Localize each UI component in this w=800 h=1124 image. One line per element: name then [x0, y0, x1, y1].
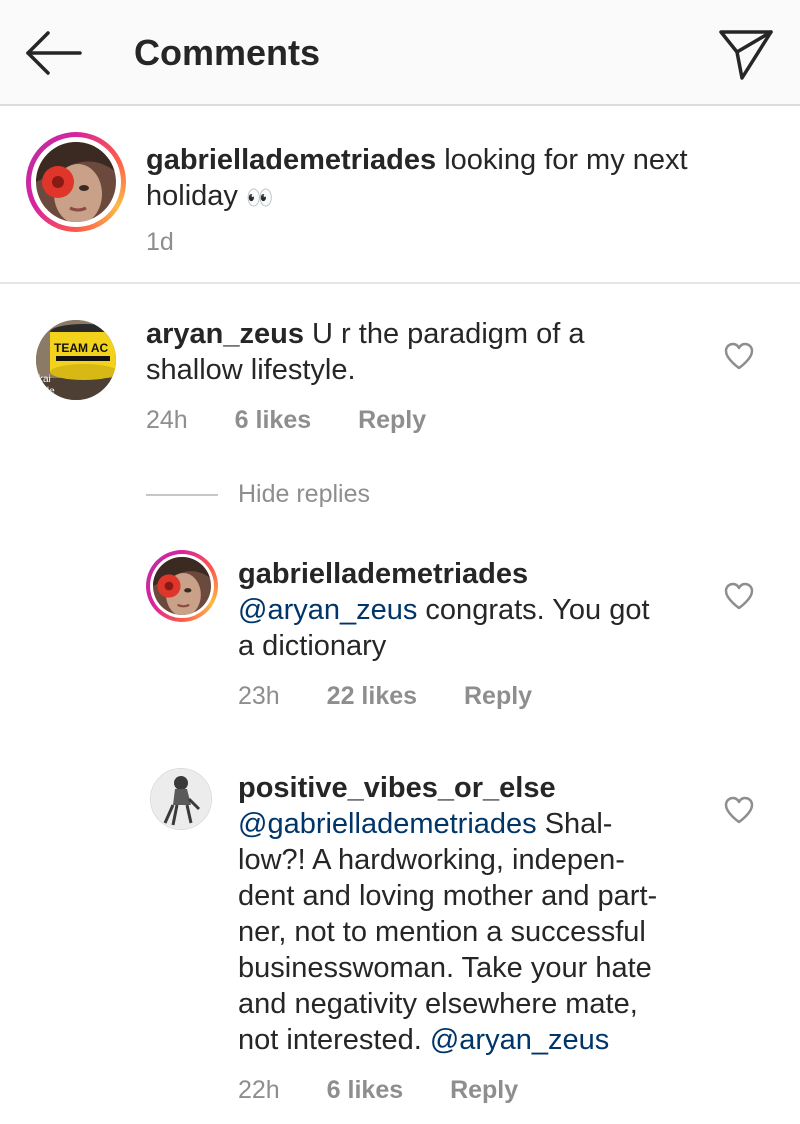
top-bar: Comments [0, 0, 800, 106]
share-button[interactable] [716, 22, 776, 82]
reply-button[interactable]: Reply [358, 406, 426, 434]
comment-text-line2: shallow lifestyle. [146, 354, 356, 386]
likes-count[interactable]: 6 likes [235, 406, 311, 434]
reply-text-line: businesswoman. Take your hate [238, 952, 652, 984]
reply-text-line: low?! A hardworking, indepen- [238, 844, 625, 876]
likes-count[interactable]: 22 likes [327, 682, 417, 710]
reply-text-line1: Shal- [536, 808, 613, 840]
comment-time: 24h [146, 406, 188, 434]
reply-username[interactable]: positive_vibes_or_else [238, 772, 556, 804]
story-ring[interactable] [26, 132, 126, 232]
page-title: Comments [134, 32, 321, 73]
caption-text: gabriellademetriades looking for my next… [146, 142, 766, 216]
story-ring[interactable] [146, 550, 218, 622]
reply-text-line1: congrats. You got [417, 594, 650, 626]
reply-text: positive_vibes_or_else @gabriellademetri… [238, 770, 718, 1058]
reply-meta: 22h 6 likes Reply [238, 1076, 518, 1105]
arrow-left-icon [26, 31, 82, 75]
replies-divider [146, 494, 218, 496]
reply-text: gabriellademetriades @aryan_zeus congrat… [238, 556, 718, 664]
reply-meta: 23h 22 likes Reply [238, 682, 532, 711]
reply-text-line2: a dictionary [238, 630, 387, 662]
mention-link[interactable]: @gabriellademetriades [238, 808, 537, 840]
avatar[interactable] [150, 768, 212, 830]
mention-link[interactable]: @aryan_zeus [430, 1024, 609, 1056]
likes-count[interactable]: 6 likes [327, 1076, 403, 1104]
caption-text-line2: holiday [146, 180, 238, 212]
caption-username[interactable]: gabriellademetriades [146, 144, 436, 176]
reply-button[interactable]: Reply [450, 1076, 518, 1104]
avatar [36, 142, 116, 222]
reply-text-line: ner, not to mention a successful [238, 916, 646, 948]
avatar[interactable]: TEAM AC kai nde [36, 320, 116, 400]
avatar-label: TEAM AC [54, 341, 109, 355]
comment-meta: 24h 6 likes Reply [146, 406, 426, 435]
eyes-emoji: 👀 [245, 185, 274, 210]
back-button[interactable] [22, 26, 82, 80]
caption-time: 1d [146, 228, 174, 256]
reply-time: 22h [238, 1076, 280, 1104]
avatar-small-text: kai [38, 374, 51, 385]
reply-text-line: dent and loving mother and part- [238, 880, 658, 912]
hide-replies-button[interactable]: Hide replies [238, 480, 370, 509]
post-caption: gabriellademetriades looking for my next… [0, 108, 800, 284]
avatar-small-text-2: nde [38, 386, 55, 397]
mention-link[interactable]: @aryan_zeus [238, 594, 417, 626]
reply-button[interactable]: Reply [464, 682, 532, 710]
reply-username[interactable]: gabriellademetriades [238, 558, 528, 590]
paper-plane-icon [719, 30, 773, 80]
comment-text-line1: U r the paradigm of a [304, 318, 585, 350]
comment-text: aryan_zeus U r the paradigm of a shallow… [146, 316, 706, 388]
heart-icon[interactable] [724, 796, 754, 824]
reply-text-line: and negativity elsewhere mate, [238, 988, 638, 1020]
heart-icon[interactable] [724, 582, 754, 610]
heart-icon[interactable] [724, 342, 754, 370]
caption-text-line1: looking for my next [436, 144, 688, 176]
reply-text-line: not interested. [238, 1024, 430, 1056]
reply-time: 23h [238, 682, 280, 710]
avatar [153, 557, 211, 615]
comment-username[interactable]: aryan_zeus [146, 318, 304, 350]
